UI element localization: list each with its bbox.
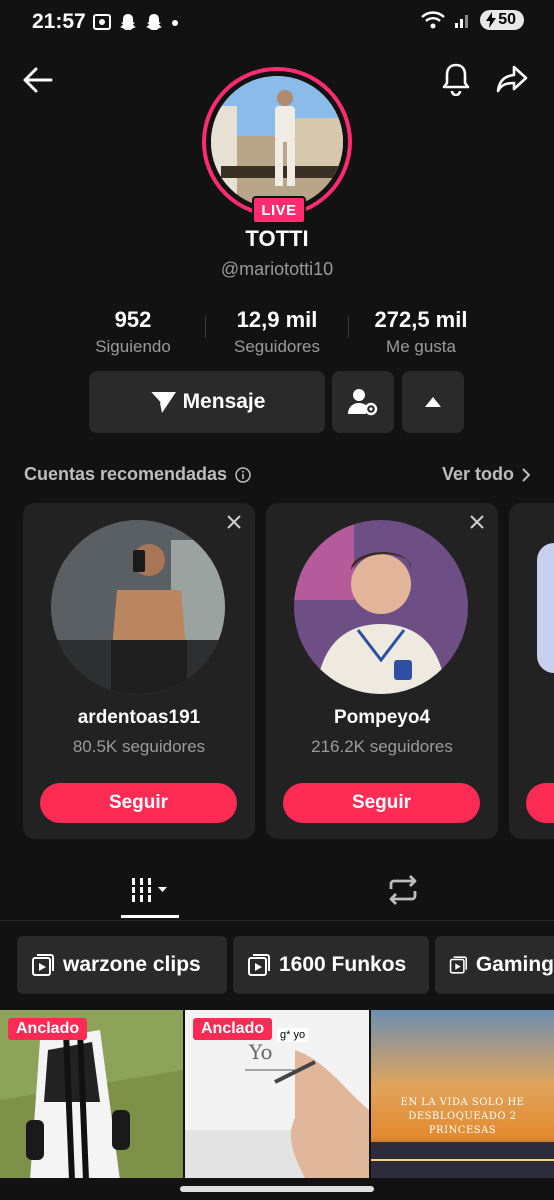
- playlist-label: 1600 Funkos: [279, 953, 407, 976]
- info-icon: [235, 466, 251, 483]
- bell-icon: [442, 63, 470, 96]
- recommended-account-card-partial[interactable]: [509, 503, 554, 839]
- person-gear-icon: [348, 389, 378, 416]
- dismiss-button[interactable]: [470, 515, 484, 534]
- playlist-chip[interactable]: 1600 Funkos: [233, 936, 429, 994]
- stat-following-value: 952: [114, 307, 152, 332]
- profile-avatar: [211, 76, 343, 208]
- grid-icon: [130, 878, 167, 902]
- tab-separator: [0, 920, 554, 921]
- repost-icon: [389, 875, 417, 905]
- playlist-chip[interactable]: Gaming: [435, 936, 554, 994]
- dot-icon: [172, 20, 178, 26]
- follow-button[interactable]: Seguir: [283, 783, 480, 823]
- follow-button[interactable]: Seguir: [40, 783, 237, 823]
- stat-following-label: Siguiendo: [95, 337, 171, 356]
- video-thumbnail[interactable]: Anclado: [0, 1010, 183, 1178]
- see-all-label: Ver todo: [441, 464, 514, 484]
- tab-videos[interactable]: [121, 870, 179, 910]
- stat-divider: [348, 316, 349, 338]
- video-thumbnail[interactable]: Yo g* yo Anclado: [185, 1010, 369, 1178]
- playlist-icon: [248, 954, 270, 976]
- share-button[interactable]: [494, 60, 530, 98]
- caret-up-icon: [425, 397, 441, 407]
- battery-indicator: 50: [480, 10, 524, 30]
- profile-avatar-ring[interactable]: [202, 67, 352, 217]
- follow-button[interactable]: [526, 783, 554, 823]
- live-badge[interactable]: LIVE: [252, 196, 306, 224]
- playlist-icon: [32, 954, 54, 976]
- stat-followers-label: Seguidores: [233, 337, 320, 356]
- account-username: ardentoas191: [77, 707, 201, 728]
- stat-following[interactable]: 952 Siguiendo: [82, 307, 184, 357]
- recommended-title: Cuentas recomendadas: [24, 464, 228, 484]
- stat-likes-value: 272,5 mil: [374, 307, 468, 332]
- signal-icon: [455, 15, 469, 28]
- see-all-link[interactable]: Ver todo: [442, 464, 530, 485]
- playlist-label: warzone clips: [63, 953, 201, 976]
- expand-suggestions-button[interactable]: [402, 371, 464, 433]
- home-indicator[interactable]: [180, 1186, 374, 1192]
- stat-followers[interactable]: 12,9 mil Seguidores: [218, 307, 336, 357]
- handwritten-text: Yo: [249, 1040, 273, 1064]
- status-system-icons: 50: [420, 10, 524, 30]
- status-notification-icons: [92, 12, 180, 32]
- account-followers: 216.2K seguidores: [311, 737, 453, 756]
- pinned-badge: Anclado: [8, 1018, 88, 1040]
- profile-display-name: TOTTI: [245, 226, 309, 251]
- dismiss-button[interactable]: [227, 515, 241, 534]
- back-button[interactable]: [20, 62, 56, 98]
- stat-divider: [205, 316, 206, 338]
- follow-settings-button[interactable]: [332, 371, 394, 433]
- send-plane-icon: [148, 391, 176, 413]
- active-tab-indicator: [121, 915, 179, 918]
- playlist-chip[interactable]: warzone clips: [17, 936, 227, 994]
- screenshot-icon: [93, 14, 111, 30]
- wifi-icon: [421, 11, 446, 29]
- playlist-label: Gaming: [475, 953, 554, 976]
- message-button[interactable]: Mensaje: [89, 371, 325, 433]
- stat-likes[interactable]: 272,5 mil Me gusta: [358, 307, 484, 357]
- stat-likes-label: Me gusta: [386, 337, 456, 356]
- account-avatar[interactable]: [294, 520, 468, 694]
- charging-icon: [486, 12, 497, 28]
- close-icon: [470, 515, 484, 529]
- battery-level: 50: [498, 11, 516, 28]
- thumbnail-sunset-illustration: [371, 1010, 554, 1178]
- notifications-button[interactable]: [438, 60, 474, 98]
- snapchat-icon: [120, 14, 136, 30]
- recommended-accounts-header: Cuentas recomendadas: [24, 464, 251, 485]
- video-thumbnail[interactable]: En la vida solo he desbloqueado 2 prince…: [371, 1010, 554, 1178]
- status-time: 21:57: [32, 10, 86, 33]
- account-avatar[interactable]: [51, 520, 225, 694]
- video-overlay-text: En la vida solo he desbloqueado 2 prince…: [400, 1097, 525, 1136]
- share-arrow-icon: [496, 65, 528, 93]
- playlist-icon: [449, 956, 468, 974]
- video-caption: g* yo: [277, 1028, 309, 1042]
- account-followers: 80.5K seguidores: [72, 737, 206, 756]
- message-button-label: Mensaje: [182, 390, 266, 413]
- chevron-right-icon: [522, 467, 530, 482]
- snapchat-icon: [146, 14, 162, 30]
- stat-followers-value: 12,9 mil: [236, 307, 318, 332]
- avatar-photo-illustration: [211, 76, 343, 208]
- account-avatar[interactable]: [537, 543, 554, 673]
- arrow-left-icon: [23, 67, 53, 93]
- close-icon: [227, 515, 241, 529]
- pinned-badge: Anclado: [193, 1018, 273, 1040]
- recommended-account-card[interactable]: ardentoas191 80.5K seguidores Seguir: [23, 503, 255, 839]
- tab-reposts[interactable]: [380, 870, 426, 910]
- account-username: Pompeyo4: [333, 707, 431, 728]
- profile-username: @mariototti10: [220, 259, 334, 279]
- recommended-account-card[interactable]: Pompeyo4 216.2K seguidores Seguir: [266, 503, 498, 839]
